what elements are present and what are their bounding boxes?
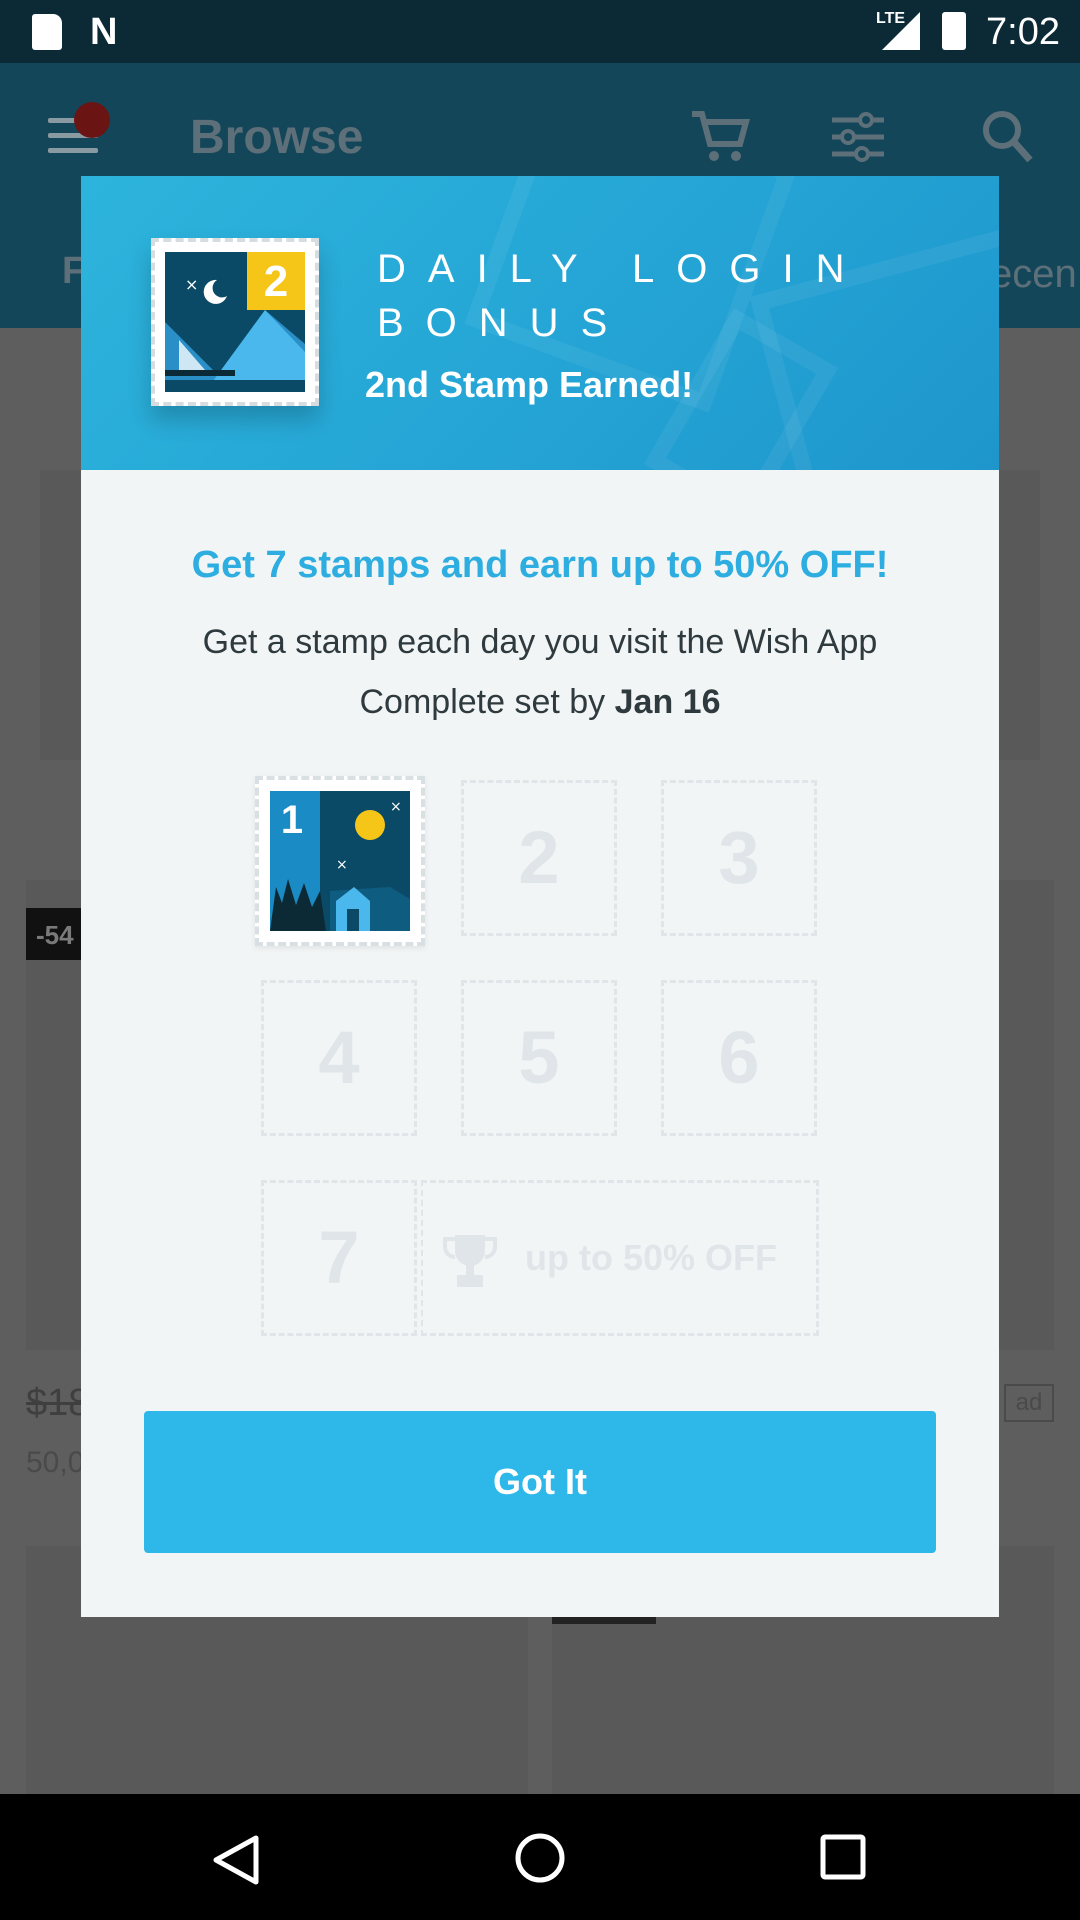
- battery-icon: [942, 12, 966, 50]
- search-icon[interactable]: [980, 108, 1034, 164]
- recents-icon[interactable]: [820, 1834, 866, 1880]
- daily-login-bonus-dialog: 2 × DAILY LOGIN BONUS 2nd Stamp Earned! …: [81, 176, 999, 1617]
- reward-slot: up to 50% OFF: [421, 1180, 819, 1336]
- stamp-slot-4: 4: [261, 980, 417, 1136]
- svg-text:×: ×: [390, 799, 402, 815]
- svg-text:×: ×: [185, 275, 198, 294]
- reward-label: up to 50% OFF: [525, 1237, 777, 1278]
- current-stamp: 2 ×: [151, 238, 319, 406]
- notification-dot: [74, 102, 110, 138]
- promo-description: Get a stamp each day you visit the Wish …: [81, 612, 999, 732]
- ad-badge: ad: [1004, 1384, 1054, 1422]
- stamp-slot-5: 5: [461, 980, 617, 1136]
- status-bar: N LTE 7:02: [0, 0, 1080, 63]
- svg-text:×: ×: [336, 857, 348, 873]
- filter-icon[interactable]: [832, 112, 884, 162]
- description-line-1: Get a stamp each day you visit the Wish …: [202, 623, 878, 661]
- stamp-slot-2: 2: [461, 780, 617, 936]
- stamp-slot-earned: 1 × ×: [255, 776, 425, 946]
- current-stamp-number: 2: [264, 257, 288, 306]
- stamp-slot-6: 6: [661, 980, 817, 1136]
- network-label: LTE: [876, 10, 906, 27]
- product-count: 50,0: [26, 1446, 85, 1479]
- back-icon[interactable]: [212, 1834, 260, 1886]
- trophy-icon: [443, 1235, 497, 1287]
- earned-stamp-number: 1: [281, 798, 303, 842]
- description-line-2: Complete set by Jan 16: [81, 672, 999, 732]
- deadline-date: Jan 16: [614, 683, 721, 721]
- dialog-subtitle: 2nd Stamp Earned!: [365, 364, 694, 405]
- n-icon: N: [90, 11, 118, 53]
- earned-stamp-illustration: 1 × ×: [270, 791, 410, 931]
- stamp-slot-3: 3: [661, 780, 817, 936]
- dialog-title: DAILY LOGIN BONUS: [377, 247, 867, 345]
- home-icon[interactable]: [514, 1832, 566, 1884]
- clock: 7:02: [986, 11, 1060, 53]
- stamp-slot-7: 7: [261, 1180, 417, 1336]
- got-it-button[interactable]: Got It: [144, 1411, 936, 1553]
- dialog-header: 2 × DAILY LOGIN BONUS 2nd Stamp Earned!: [81, 176, 999, 470]
- discount-badge: -54: [26, 908, 82, 960]
- tab-partial-right[interactable]: ecen: [990, 252, 1077, 297]
- sd-card-icon: [32, 14, 62, 50]
- promo-headline: Get 7 stamps and earn up to 50% OFF!: [191, 544, 889, 586]
- cart-icon[interactable]: [690, 108, 750, 164]
- stamp-illustration: 2 ×: [165, 252, 305, 392]
- page-title: Browse: [190, 111, 364, 164]
- navigation-bar: [0, 1794, 1080, 1920]
- deadline-prefix: Complete set by: [359, 683, 615, 721]
- product-price: $18: [26, 1382, 90, 1424]
